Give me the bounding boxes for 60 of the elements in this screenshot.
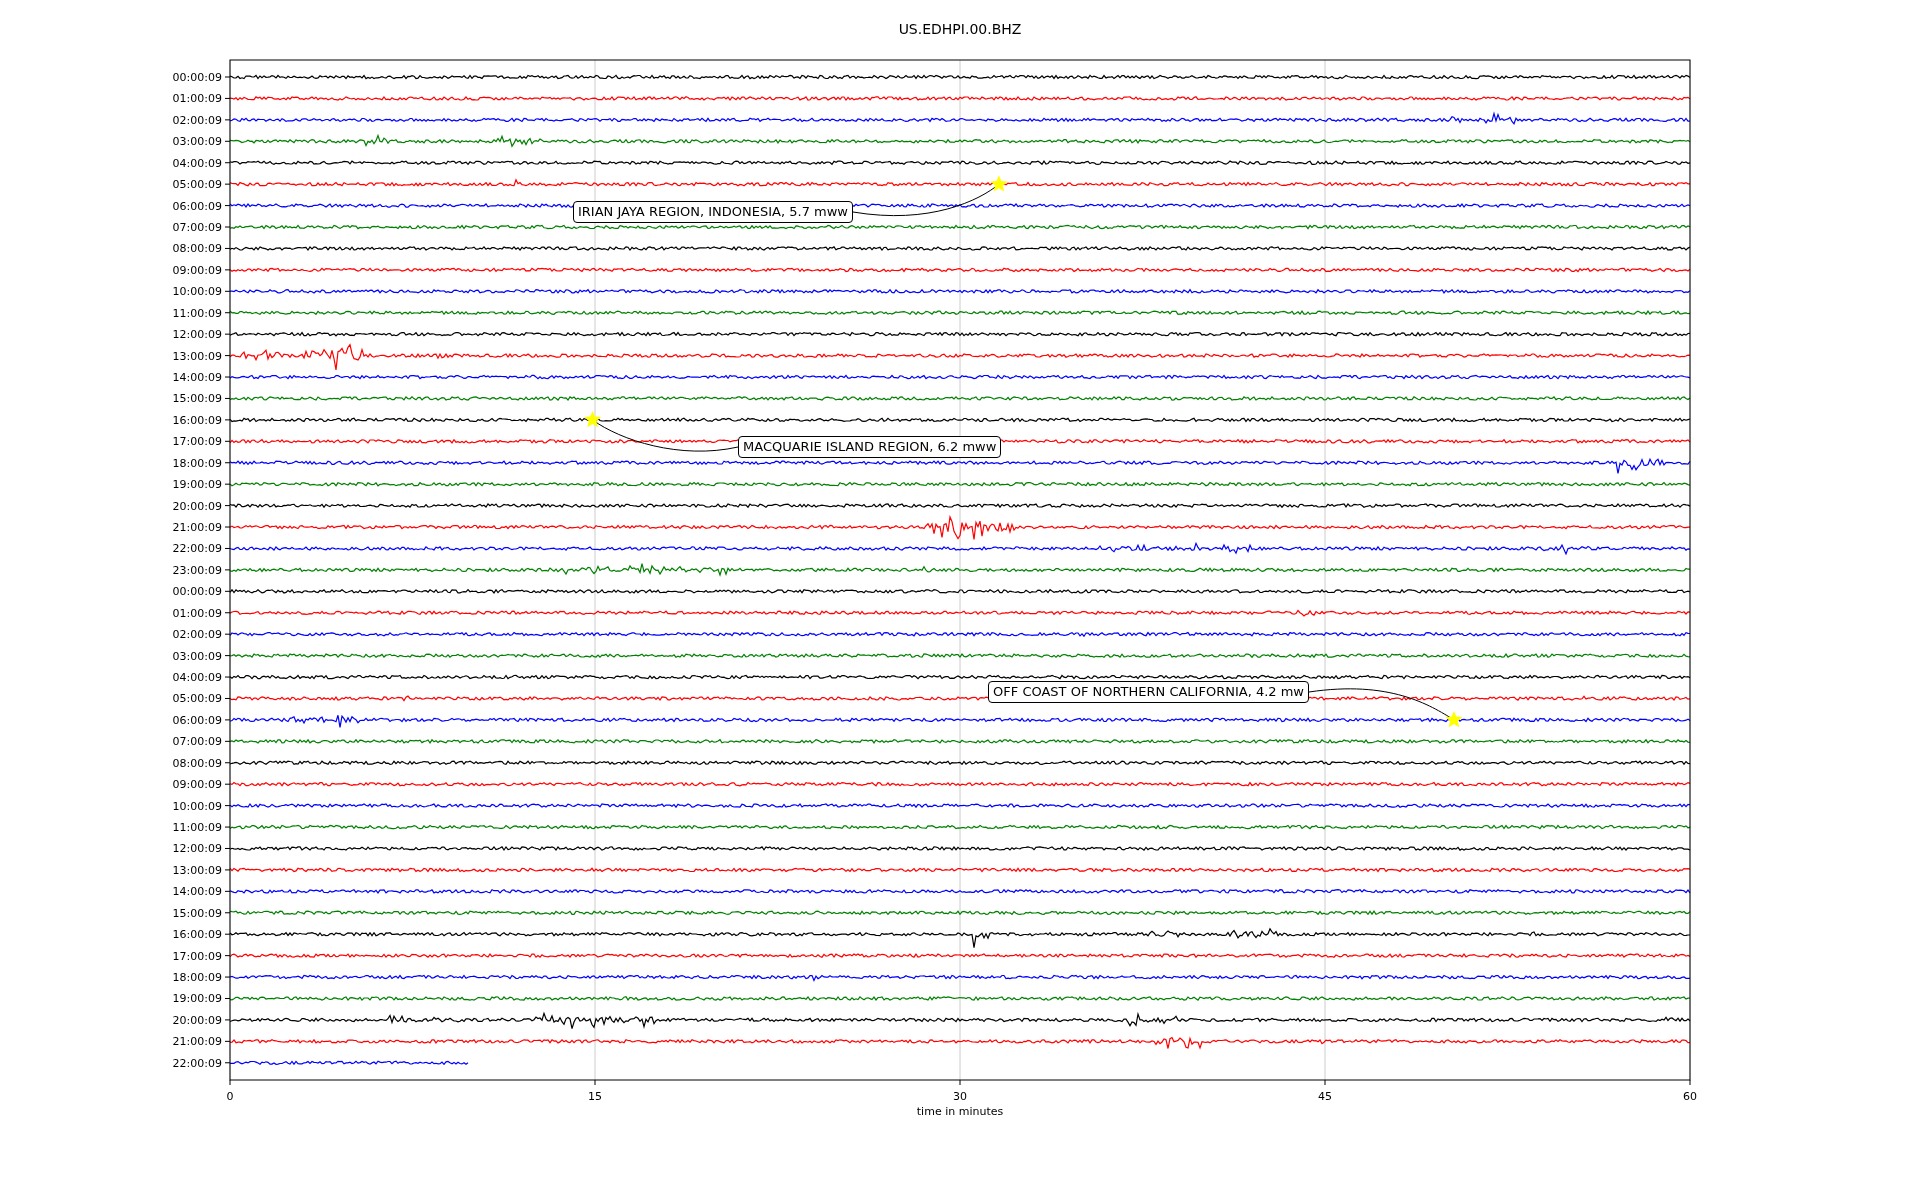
axis-label: 06:00:09 — [172, 199, 222, 213]
axis-label: 10:00:09 — [172, 799, 222, 813]
axis-label: 10:00:09 — [172, 285, 222, 299]
event-label: IRIAN JAYA REGION, INDONESIA, 5.7 mww — [573, 201, 853, 223]
axis-label: 04:00:09 — [172, 671, 222, 685]
axis-label: 12:00:09 — [172, 328, 222, 342]
axis-label: 23:00:09 — [172, 563, 222, 577]
axis-label: 06:00:09 — [172, 713, 222, 727]
axis-label: 14:00:09 — [172, 885, 222, 899]
axis-label: 17:00:09 — [172, 949, 222, 963]
axis-label: 05:00:09 — [172, 178, 222, 192]
axis-label: 00:00:09 — [172, 585, 222, 599]
axis-label: 14:00:09 — [172, 371, 222, 384]
axis-label: 03:00:09 — [172, 649, 222, 663]
axis-label: 02:00:09 — [172, 113, 222, 127]
axis-label: 17:00:09 — [172, 435, 222, 449]
axis-label: 18:00:09 — [172, 971, 222, 985]
event-label: MACQUARIE ISLAND REGION, 6.2 mww — [738, 436, 1002, 458]
axis-label: 60 — [1683, 1090, 1697, 1103]
axis-label: 15:00:09 — [172, 906, 222, 920]
axis-label: 04:00:09 — [172, 156, 222, 170]
axis-label: 08:00:09 — [172, 242, 222, 256]
axis-label: 07:00:09 — [172, 221, 222, 234]
axis-label: 08:00:09 — [172, 756, 222, 770]
axis-label: 20:00:09 — [172, 1013, 222, 1027]
axis-label: 11:00:09 — [172, 821, 222, 835]
axis-label: 09:00:09 — [172, 778, 222, 792]
axis-label: 19:00:09 — [172, 992, 222, 1006]
axis-label: 16:00:09 — [172, 928, 222, 942]
axis-label: 00:00:09 — [172, 71, 222, 84]
axis-label: 0 — [226, 1090, 234, 1103]
axis-label: 18:00:09 — [172, 456, 222, 470]
axis-label: 22:00:09 — [172, 542, 222, 556]
event-label: OFF COAST OF NORTHERN CALIFORNIA, 4.2 mw — [988, 681, 1309, 703]
axis-label: 01:00:09 — [172, 606, 222, 620]
axis-label: 02:00:09 — [172, 628, 222, 642]
axis-label: 45 — [1318, 1090, 1332, 1103]
chart-title: US.EDHPI.00.BHZ — [898, 21, 1022, 37]
star-marker — [584, 410, 602, 428]
axis-label: 05:00:09 — [172, 692, 222, 706]
axis-label: 09:00:09 — [172, 263, 222, 277]
axis-label: 19:00:09 — [172, 478, 222, 492]
star-marker — [990, 175, 1008, 192]
axis-label: 11:00:09 — [172, 306, 222, 320]
axis-label: 21:00:09 — [172, 1035, 222, 1049]
axis-label: 03:00:09 — [172, 135, 222, 149]
axis-label: 30 — [953, 1090, 967, 1103]
axis-label: 22:00:09 — [172, 1056, 222, 1070]
axis-label: 20:00:09 — [172, 499, 222, 513]
axis-label: 12:00:09 — [172, 842, 222, 856]
axis-label: 16:00:09 — [172, 413, 222, 427]
axis-label: 13:00:09 — [172, 349, 222, 363]
axis-label: 15 — [588, 1090, 602, 1103]
axis-label: 07:00:09 — [172, 735, 222, 749]
axis-label: 15:00:09 — [172, 392, 222, 406]
axis-label: 13:00:09 — [172, 863, 222, 877]
axis-label: 01:00:09 — [172, 92, 222, 106]
star-marker — [1445, 710, 1463, 728]
axis-label: 21:00:09 — [172, 521, 222, 535]
axis-title: time in minutes — [916, 1105, 1004, 1118]
